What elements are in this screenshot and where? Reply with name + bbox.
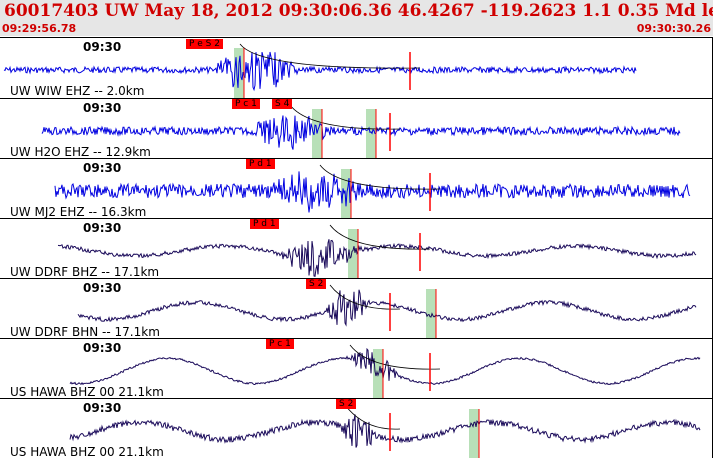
seismogram-viewer: 60017403 UW May 18, 2012 09:30:06.36 46.… xyxy=(0,0,713,458)
trace-panel-1[interactable]: 09:30 P e S 2 UW WIW EHZ -- 2.0km xyxy=(0,37,713,98)
pick-flag[interactable]: S 2 xyxy=(336,399,357,409)
pick-window xyxy=(366,109,376,159)
station-label: US HAWA BHZ 00 21.1km xyxy=(10,445,164,458)
pick-flag[interactable]: P d 1 xyxy=(250,219,279,229)
coda-curve xyxy=(319,164,441,190)
trace-panel-7[interactable]: 09:30 S 2 US HAWA BHZ 00 21.1km xyxy=(0,398,713,458)
start-time: 09:29:56.78 xyxy=(2,22,77,35)
coda-curve xyxy=(289,104,401,130)
trace-panel-2[interactable]: 09:30 P c 1 S 4 UW H2O EHZ -- 12.9km xyxy=(0,98,713,159)
waveform-trace xyxy=(69,414,701,448)
trace-panel-6[interactable]: 09:30 P c 1 US HAWA BHZ 00 21.1km xyxy=(0,338,713,399)
station-label: UW WIW EHZ -- 2.0km xyxy=(10,84,145,98)
coda-curve xyxy=(329,224,431,250)
coda-curve xyxy=(239,43,421,69)
pick-flag[interactable]: P c 1 xyxy=(232,99,260,109)
time-label: 09:30 xyxy=(83,101,122,115)
time-label: 09:30 xyxy=(83,161,122,175)
time-label: 09:30 xyxy=(83,40,122,54)
station-label: UW DDRF BHZ -- 17.1km xyxy=(10,265,160,279)
time-label: 09:30 xyxy=(83,401,122,415)
coda-curve xyxy=(349,344,441,370)
end-time: 09:30:30.26 xyxy=(636,22,711,35)
pick-flag[interactable]: S 2 xyxy=(306,279,327,289)
station-label: UW H2O EHZ -- 12.9km xyxy=(10,145,151,159)
pick-window xyxy=(426,289,436,339)
event-header: 60017403 UW May 18, 2012 09:30:06.36 46.… xyxy=(0,0,713,36)
waveform-trace xyxy=(77,289,697,327)
station-label: US HAWA BHZ 00 21.1km xyxy=(10,385,164,399)
trace-panel-4[interactable]: 09:30 P d 1 UW DDRF BHZ -- 17.1km xyxy=(0,218,713,279)
event-title: 60017403 UW May 18, 2012 09:30:06.36 46.… xyxy=(4,1,713,21)
station-label: UW DDRF BHN -- 17.1km xyxy=(10,325,160,339)
trace-panel-5[interactable]: 09:30 S 2 UW DDRF BHN -- 17.1km xyxy=(0,278,713,339)
time-label: 09:30 xyxy=(83,341,122,355)
trace-panel-3[interactable]: 09:30 P d 1 UW MJ2 EHZ -- 16.3km xyxy=(0,158,713,219)
pick-flag[interactable]: P c 1 xyxy=(266,339,294,349)
pick-window xyxy=(469,409,479,458)
time-label: 09:30 xyxy=(83,221,122,235)
time-label: 09:30 xyxy=(83,281,122,295)
pick-flag[interactable]: S 4 xyxy=(272,99,293,109)
waveform-trace xyxy=(69,347,701,386)
waveform-trace xyxy=(54,171,691,213)
station-label: UW MJ2 EHZ -- 16.3km xyxy=(10,205,147,219)
pick-flag[interactable]: P d 1 xyxy=(246,159,275,169)
pick-flag[interactable]: P e S 2 xyxy=(186,39,223,49)
